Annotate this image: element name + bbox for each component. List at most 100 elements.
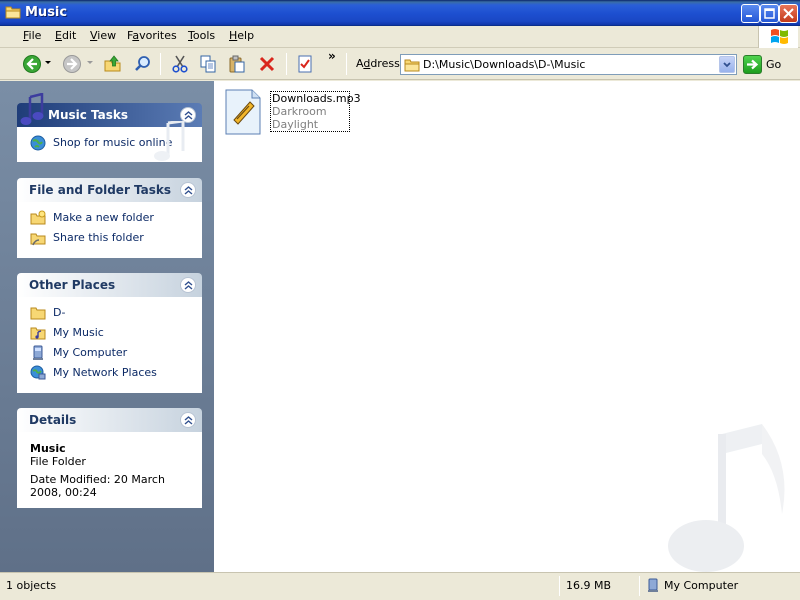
menu-favorites[interactable]: Favorites [127, 29, 177, 42]
details-modified: Date Modified: 20 March 2008, 00:24 [30, 473, 165, 499]
close-button[interactable] [779, 4, 798, 23]
menu-bar: File Edit View Favorites Tools Help [0, 26, 800, 48]
maximize-button[interactable] [760, 4, 779, 23]
minimize-button[interactable] [741, 4, 760, 23]
address-dropdown-button[interactable] [719, 56, 735, 73]
place-my-computer-link[interactable]: My Computer [18, 343, 201, 363]
music-tasks-panel: Music Tasks Shop for music online [17, 93, 202, 162]
winamp-file-icon [225, 89, 261, 135]
network-icon [30, 365, 46, 380]
window-title: Music [25, 5, 68, 20]
new-folder-icon [30, 210, 46, 225]
file-album: Daylight [272, 118, 319, 131]
status-object-count: 1 objects [6, 579, 57, 592]
share-folder-icon [30, 233, 46, 246]
panel-title: File and Folder Tasks [29, 183, 172, 197]
go-arrow-icon [743, 55, 762, 74]
windows-logo [758, 26, 798, 48]
collapse-button[interactable] [180, 182, 196, 198]
windows-flag-icon [771, 29, 788, 44]
address-caption: Address [356, 57, 400, 70]
task-label: My Network Places [53, 366, 157, 379]
cut-icon[interactable] [170, 54, 190, 74]
back-icon[interactable] [22, 54, 42, 74]
chevron-up-icon [184, 186, 193, 195]
task-label: Share this folder [53, 231, 144, 244]
go-label: Go [766, 58, 782, 71]
other-places-body: D- My Music My Computer My Network Place… [17, 297, 202, 393]
computer-icon [33, 345, 43, 360]
music-watermark-icon [668, 424, 785, 572]
folder-icon [404, 59, 420, 72]
title-bar: Music [0, 0, 800, 26]
chevron-down-icon [723, 62, 731, 68]
menu-view[interactable]: View [90, 29, 116, 42]
toolbar-separator [286, 53, 287, 75]
details-name: Music [30, 442, 66, 455]
status-bar: 1 objects 16.9 MB My Computer [0, 572, 800, 600]
panel-title: Other Places [29, 278, 116, 292]
menu-file[interactable]: File [23, 29, 41, 42]
task-label: My Music [53, 326, 104, 339]
delete-icon[interactable] [257, 54, 277, 74]
details-type: File Folder [30, 455, 86, 468]
make-new-folder-link[interactable]: Make a new folder [18, 208, 201, 228]
chevron-up-icon [184, 416, 193, 425]
share-folder-link[interactable]: Share this folder [18, 228, 201, 248]
minimize-icon [746, 15, 752, 17]
globe-icon [30, 135, 46, 151]
music-watermark-icon [154, 121, 185, 161]
copy-icon[interactable] [198, 54, 218, 74]
file-name: Downloads.mp3 [272, 92, 361, 105]
menu-help[interactable]: Help [229, 29, 254, 42]
task-label: My Computer [53, 346, 128, 359]
search-icon[interactable] [133, 54, 153, 74]
file-folder-tasks-header[interactable]: File and Folder Tasks [17, 178, 202, 202]
task-label: Make a new folder [53, 211, 154, 224]
properties-icon[interactable] [295, 54, 315, 74]
place-network-link[interactable]: My Network Places [18, 363, 201, 383]
status-location: My Computer [664, 579, 739, 592]
up-icon[interactable] [103, 54, 123, 74]
place-my-music-link[interactable]: My Music [18, 323, 201, 343]
collapse-button[interactable] [180, 277, 196, 293]
toolbar-separator [346, 53, 347, 75]
other-places-header[interactable]: Other Places [17, 273, 202, 297]
menu-tools[interactable]: Tools [188, 29, 215, 42]
panel-title: Details [29, 413, 77, 427]
forward-icon[interactable] [62, 54, 82, 74]
chevron-up-icon [184, 281, 193, 290]
details-panel: Details Music File Folder Date Modified:… [17, 408, 202, 508]
file-label: Downloads.mp3 Darkroom Daylight [270, 91, 361, 132]
computer-icon [648, 578, 658, 592]
back-dropdown-icon[interactable] [44, 58, 52, 66]
forward-dropdown-icon[interactable] [86, 58, 94, 66]
maximize-icon [764, 8, 775, 19]
address-bar[interactable]: D:\Music\Downloads\D-\Music [400, 54, 737, 75]
file-artist: Darkroom [272, 105, 327, 118]
status-size: 16.9 MB [566, 579, 612, 592]
task-label: D- [53, 306, 66, 319]
paste-icon[interactable] [227, 54, 247, 74]
file-folder-tasks-body: Make a new folder Share this folder [17, 202, 202, 258]
collapse-button[interactable] [180, 412, 196, 428]
menu-edit[interactable]: Edit [55, 29, 76, 42]
task-pane: Music Tasks Shop for music online File a… [0, 81, 214, 572]
go-button[interactable]: Go [741, 54, 799, 75]
music-tasks-body: Shop for music online [17, 121, 202, 162]
address-input[interactable]: D:\Music\Downloads\D-\Music [423, 58, 585, 71]
panel-title: Music Tasks [48, 108, 129, 122]
details-body: Music File Folder Date Modified: 20 Marc… [17, 432, 202, 508]
chevron-up-icon [184, 111, 193, 120]
status-separator [639, 576, 640, 596]
file-list-pane[interactable]: Downloads.mp3 Darkroom Daylight [214, 81, 800, 572]
details-header[interactable]: Details [17, 408, 202, 432]
place-d-link[interactable]: D- [18, 303, 201, 323]
folder-icon [30, 307, 46, 320]
other-places-panel: Other Places D- My Music My Computer My … [17, 273, 202, 393]
file-folder-tasks-panel: File and Folder Tasks Make a new folder … [17, 178, 202, 258]
music-note-icon [20, 93, 44, 125]
toolbar-separator [160, 53, 161, 75]
my-music-icon [30, 327, 46, 340]
toolbar-chevron[interactable]: » [328, 49, 348, 69]
